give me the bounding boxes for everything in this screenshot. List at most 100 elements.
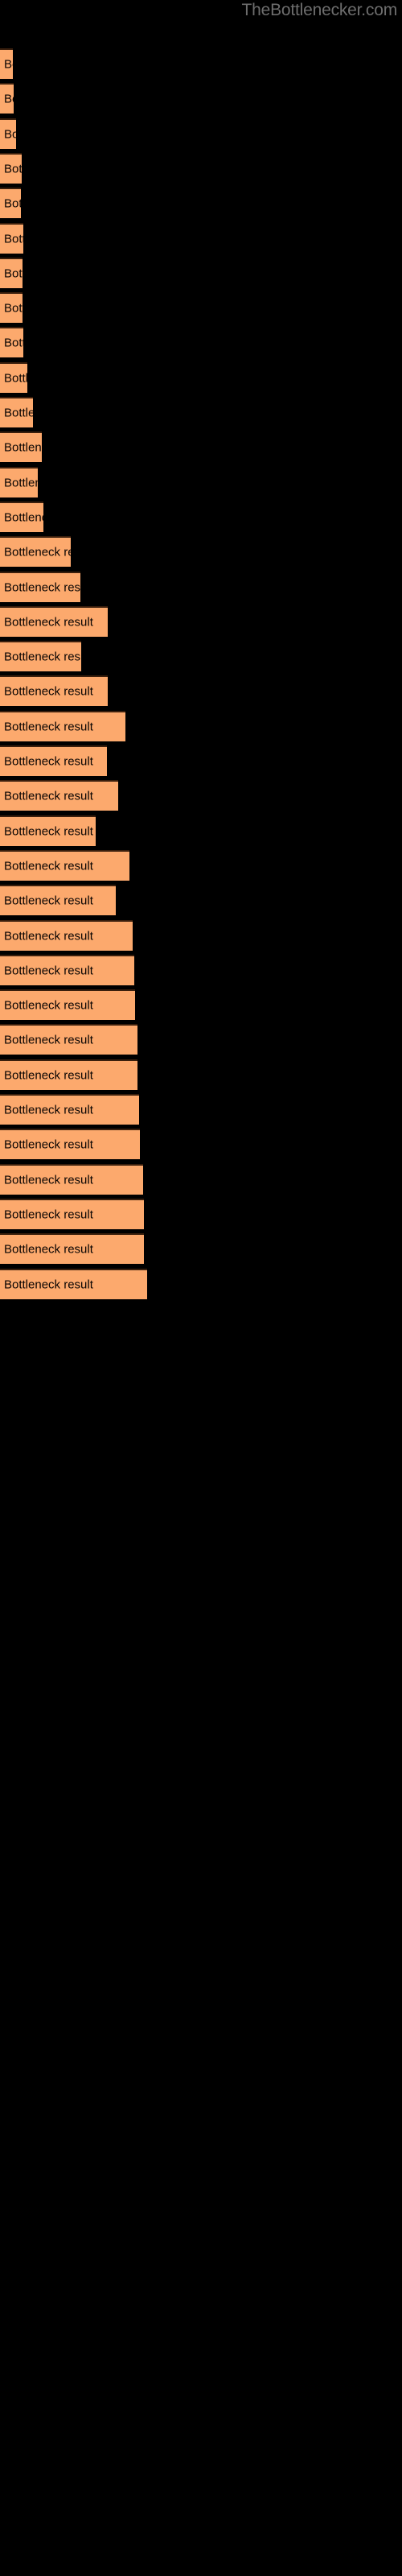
bar-label: Bottleneck result [4,162,22,176]
chart-bar[interactable]: Bottleneck result [0,222,23,254]
chart-bar[interactable]: Bottleneck result [0,849,129,881]
bar-label: Bottleneck result [4,1137,93,1152]
bar-row: Bottleneck result [0,989,402,1021]
bar-row: Bottleneck result [0,1129,402,1160]
bar-label: Bottleneck result [4,754,93,769]
chart-bar[interactable]: Bottleneck result [0,989,135,1021]
chart-bar[interactable]: Bottleneck result [0,397,33,427]
bar-label: Bottleneck result [4,1208,93,1222]
chart-bar[interactable]: Bottleneck result [0,919,133,951]
bar-label: Bottleneck result [4,127,16,142]
bar-row: Bottleneck result [0,257,402,288]
bar-label: Bottleneck result [4,301,23,316]
bar-row: Bottleneck result [0,1094,402,1125]
chart-bar[interactable]: Bottleneck result [0,83,14,114]
chart-bar[interactable]: Bottleneck result [0,675,108,707]
bar-label: Bottleneck result [4,476,38,490]
bar-row: Bottleneck result [0,954,402,985]
bar-row: Bottleneck result [0,501,402,532]
bar-label: Bottleneck result [4,336,23,350]
chart-bar[interactable]: Bottleneck result [0,536,71,568]
bar-label: Bottleneck result [4,371,27,386]
chart-bar[interactable]: Bottleneck result [0,954,134,985]
bar-row: Bottleneck result [0,361,402,393]
chart-bar[interactable]: Bottleneck result [0,745,107,776]
chart-bar[interactable]: Bottleneck result [0,1059,137,1090]
bar-label: Bottleneck result [4,266,23,281]
bar-row: Bottleneck result [0,1268,402,1299]
chart-bar[interactable]: Bottleneck result [0,571,80,602]
bar-row: Bottleneck result [0,292,402,324]
bar-label: Bottleneck result [4,998,93,1013]
bar-row: Bottleneck result [0,1233,402,1265]
bar-label: Bottleneck result [4,1173,93,1187]
bar-label: Bottleneck result [4,545,71,559]
bar-label: Bottleneck result [4,406,33,420]
chart-bar[interactable]: Bottleneck result [0,605,108,637]
chart-bar[interactable]: Bottleneck result [0,361,27,393]
bar-label: Bottleneck result [4,440,42,455]
chart-bar[interactable]: Bottleneck result [0,501,43,532]
bar-label: Bottleneck result [4,615,93,630]
bar-label: Bottleneck result [4,894,93,908]
bar-row: Bottleneck result [0,605,402,637]
chart-bar[interactable]: Bottleneck result [0,152,22,184]
chart-bar[interactable]: Bottleneck result [0,48,13,79]
bar-label: Bottleneck result [4,720,93,734]
bar-label: Bottleneck result [4,580,80,594]
bar-row: Bottleneck result [0,327,402,358]
chart-bar[interactable]: Bottleneck result [0,1094,139,1125]
chart-bar[interactable]: Bottleneck result [0,710,125,741]
chart-bar[interactable]: Bottleneck result [0,1129,140,1160]
chart-bar[interactable]: Bottleneck result [0,1198,144,1229]
bar-row: Bottleneck result [0,48,402,79]
bar-row: Bottleneck result [0,1163,402,1195]
bar-label: Bottleneck result [4,789,93,803]
chart-bar[interactable]: Bottleneck result [0,885,116,916]
chart-bar[interactable]: Bottleneck result [0,327,23,358]
bar-row: Bottleneck result [0,849,402,881]
bar-label: Bottleneck result [4,1278,93,1291]
bar-row: Bottleneck result [0,152,402,184]
bar-row: Bottleneck result [0,1198,402,1229]
bar-label: Bottleneck result [4,824,93,839]
bar-label: Bottleneck result [4,196,21,211]
chart-bar[interactable]: Bottleneck result [0,1024,137,1055]
chart-bar[interactable]: Bottleneck result [0,815,96,846]
bar-row: Bottleneck result [0,571,402,602]
bar-row: Bottleneck result [0,780,402,811]
bar-row: Bottleneck result [0,83,402,114]
bar-label: Bottleneck result [4,57,13,72]
chart-bar[interactable]: Bottleneck result [0,466,38,497]
bar-row: Bottleneck result [0,641,402,672]
bar-label: Bottleneck result [4,232,23,246]
chart-bar[interactable]: Bottleneck result [0,118,16,149]
bar-row: Bottleneck result [0,397,402,427]
bar-row: Bottleneck result [0,1024,402,1055]
bar-label: Bottleneck result [4,1103,93,1117]
chart-bar[interactable]: Bottleneck result [0,292,23,324]
bar-label: Bottleneck result [4,1068,93,1083]
chart-bar[interactable]: Bottleneck result [0,188,21,219]
bottleneck-bar-chart: Bottleneck result Bottleneck result Bottle… [0,0,402,2576]
bar-label: Bottleneck result [4,859,93,873]
chart-bar[interactable]: Bottleneck result [0,257,23,288]
bar-label: Bottleneck result [4,964,93,978]
bar-row: Bottleneck result [0,431,402,463]
bar-label: Bottleneck result [4,1033,93,1047]
chart-bar[interactable]: Bottleneck result [0,431,42,463]
bar-row: Bottleneck result [0,188,402,219]
chart-bar[interactable]: Bottleneck result [0,1163,143,1195]
bar-row: Bottleneck result [0,536,402,568]
bar-row: Bottleneck result [0,815,402,846]
chart-bar[interactable]: Bottleneck result [0,1233,144,1265]
bar-row: Bottleneck result [0,885,402,916]
chart-bar[interactable]: Bottleneck result [0,780,118,811]
chart-bar[interactable]: Bottleneck result [0,641,81,672]
bar-row: Bottleneck result [0,710,402,741]
bar-row: Bottleneck result [0,466,402,497]
chart-bar[interactable]: Bottleneck result [0,1268,147,1299]
bar-row: Bottleneck result [0,675,402,707]
bar-label: Bottleneck result [4,650,81,664]
bar-row: Bottleneck result [0,1059,402,1090]
